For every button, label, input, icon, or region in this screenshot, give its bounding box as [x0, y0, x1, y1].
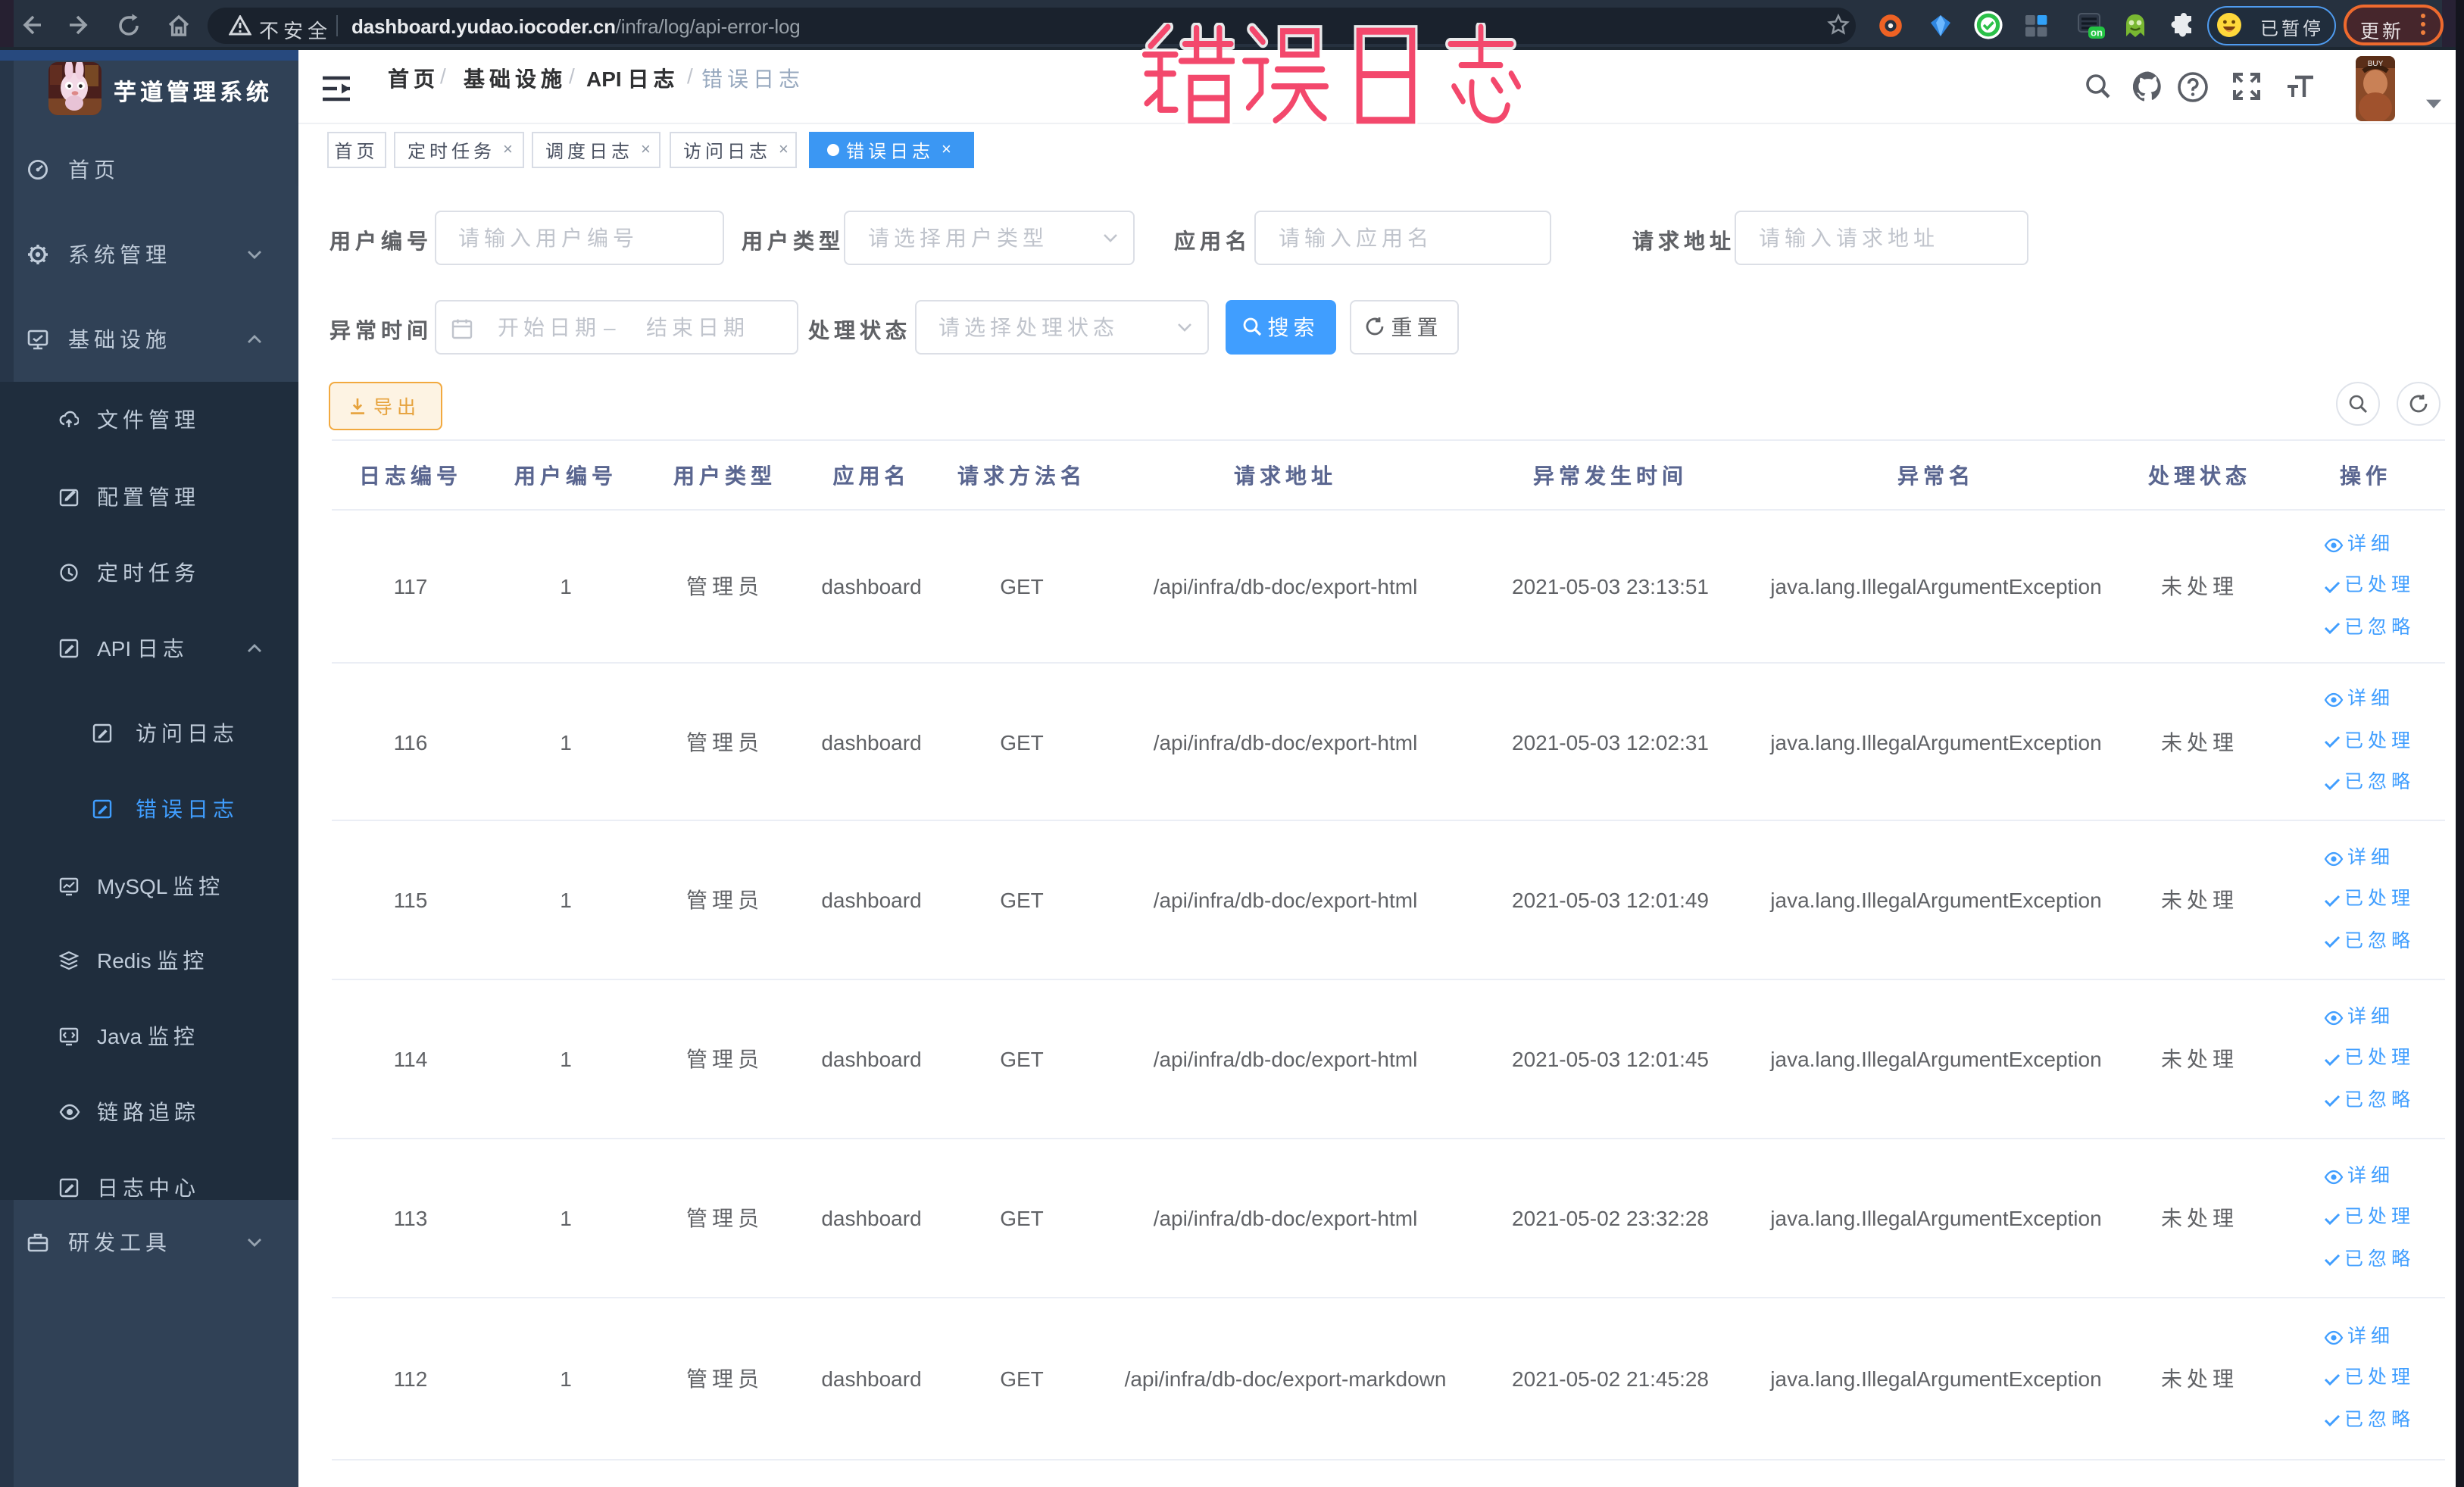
svg-text:on: on [2091, 26, 2103, 37]
svg-text:BUY: BUY [2367, 60, 2383, 68]
